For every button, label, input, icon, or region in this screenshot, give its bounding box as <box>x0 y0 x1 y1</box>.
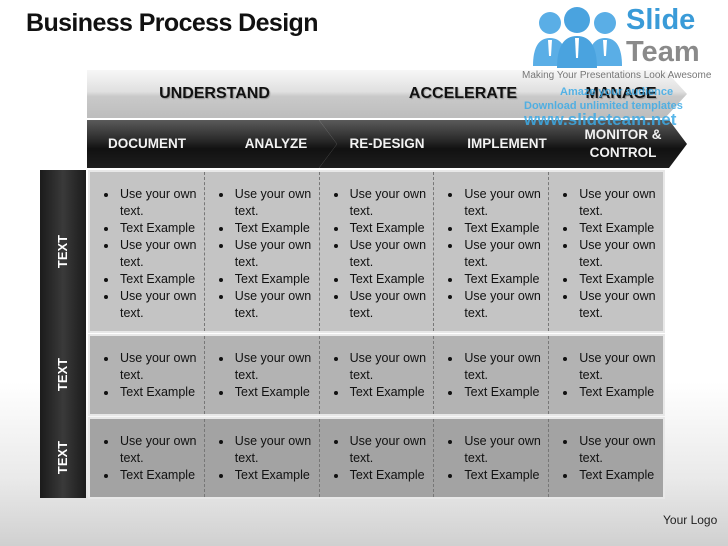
grid-cell: Use your own text.Text Example <box>90 419 205 497</box>
step-document: DOCUMENT <box>87 120 221 168</box>
bullet-item: Use your own text. <box>233 288 315 322</box>
bullet-item: Use your own text. <box>462 350 544 384</box>
grid-cell: Use your own text.Text Example <box>434 419 550 497</box>
bullet-item: Text Example <box>348 271 430 288</box>
bullet-item: Text Example <box>118 467 200 484</box>
bullet-item: Text Example <box>577 384 659 401</box>
grid-cell: Use your own text.Text ExampleUse your o… <box>90 172 205 331</box>
bullet-item: Text Example <box>462 467 544 484</box>
bullet-list: Use your own text.Text ExampleUse your o… <box>96 186 200 322</box>
bullet-item: Use your own text. <box>348 350 430 384</box>
bullet-item: Use your own text. <box>577 350 659 384</box>
bullet-list: Use your own text.Text Example <box>96 433 200 484</box>
bullet-item: Text Example <box>577 220 659 237</box>
bullet-item: Text Example <box>118 220 200 237</box>
bullet-item: Use your own text. <box>233 433 315 467</box>
bullet-item: Use your own text. <box>118 288 200 322</box>
bullet-list: Use your own text.Text Example <box>96 350 200 401</box>
bullet-list: Use your own text.Text Example <box>211 350 315 401</box>
bullet-list: Use your own text.Text ExampleUse your o… <box>555 186 659 322</box>
grid-cell: Use your own text.Text Example <box>320 336 435 414</box>
bullet-list: Use your own text.Text ExampleUse your o… <box>440 186 544 322</box>
bullet-item: Text Example <box>233 467 315 484</box>
bullet-list: Use your own text.Text Example <box>326 433 430 484</box>
bullet-item: Text Example <box>233 271 315 288</box>
bullet-item: Use your own text. <box>577 433 659 467</box>
bullet-item: Use your own text. <box>577 186 659 220</box>
bullet-item: Use your own text. <box>118 433 200 467</box>
row-label-2-text: TEXT <box>55 357 71 392</box>
page-title: Business Process Design <box>26 9 318 37</box>
bullet-item: Use your own text. <box>462 186 544 220</box>
bullet-item: Text Example <box>462 384 544 401</box>
step-analyze: ANALYZE <box>201 120 337 168</box>
bullet-item: Use your own text. <box>118 237 200 271</box>
bullet-item: Use your own text. <box>462 433 544 467</box>
grid-cell: Use your own text.Text Example <box>205 419 320 497</box>
row-label-3: TEXT <box>40 416 86 498</box>
logo-tagline: Making Your Presentations Look Awesome <box>522 70 712 81</box>
bullet-item: Use your own text. <box>348 237 430 271</box>
bullet-item: Use your own text. <box>118 350 200 384</box>
bullet-item: Text Example <box>577 271 659 288</box>
bullet-item: Use your own text. <box>233 186 315 220</box>
bullet-item: Text Example <box>577 467 659 484</box>
your-logo-placeholder: Your Logo <box>663 513 718 527</box>
grid-cell: Use your own text.Text Example <box>549 336 663 414</box>
grid-cell: Use your own text.Text ExampleUse your o… <box>434 172 550 331</box>
bullet-list: Use your own text.Text Example <box>555 433 659 484</box>
bullet-item: Use your own text. <box>577 237 659 271</box>
bullet-item: Use your own text. <box>462 237 544 271</box>
row-label-1: TEXT <box>40 170 86 333</box>
bullet-item: Use your own text. <box>233 237 315 271</box>
bullet-item: Text Example <box>462 220 544 237</box>
phase-understand: UNDERSTAND <box>87 70 342 118</box>
bullet-item: Text Example <box>348 467 430 484</box>
grid-cell: Use your own text.Text Example <box>320 419 435 497</box>
row-label-1-text: TEXT <box>55 234 71 269</box>
bullet-list: Use your own text.Text Example <box>211 433 315 484</box>
logo-name-line1: Slide <box>626 4 696 36</box>
grid-cell: Use your own text.Text ExampleUse your o… <box>320 172 435 331</box>
logo-name-line2: Team <box>626 36 700 68</box>
bullet-item: Use your own text. <box>348 288 430 322</box>
grid-cell: Use your own text.Text Example <box>205 336 320 414</box>
bullet-list: Use your own text.Text Example <box>326 350 430 401</box>
grid-cell: Use your own text.Text Example <box>434 336 550 414</box>
grid-row-2: Use your own text.Text ExampleUse your o… <box>88 334 665 416</box>
bullet-list: Use your own text.Text Example <box>440 350 544 401</box>
bullet-list: Use your own text.Text Example <box>440 433 544 484</box>
bullet-item: Use your own text. <box>348 433 430 467</box>
bullet-item: Text Example <box>118 271 200 288</box>
bullet-item: Text Example <box>348 220 430 237</box>
row-label-3-text: TEXT <box>55 440 71 474</box>
bullet-item: Text Example <box>233 384 315 401</box>
grid-cell: Use your own text.Text ExampleUse your o… <box>549 172 663 331</box>
bullet-item: Text Example <box>233 220 315 237</box>
bullet-item: Use your own text. <box>577 288 659 322</box>
bullet-list: Use your own text.Text ExampleUse your o… <box>211 186 315 322</box>
bullet-item: Use your own text. <box>462 288 544 322</box>
watermark-line3: www.slideteam.net <box>524 110 677 129</box>
grid-cell: Use your own text.Text Example <box>90 336 205 414</box>
grid-row-1: Use your own text.Text ExampleUse your o… <box>88 170 665 333</box>
bullet-item: Text Example <box>462 271 544 288</box>
bullet-item: Text Example <box>348 384 430 401</box>
bullet-list: Use your own text.Text Example <box>555 350 659 401</box>
bullet-list: Use your own text.Text ExampleUse your o… <box>326 186 430 322</box>
grid-cell: Use your own text.Text ExampleUse your o… <box>205 172 320 331</box>
bullet-item: Text Example <box>118 384 200 401</box>
grid-cell: Use your own text.Text Example <box>549 419 663 497</box>
slideteam-logo: Slide Team Making Your Presentations Loo… <box>522 4 725 84</box>
people-icon <box>533 7 622 68</box>
bullet-item: Use your own text. <box>233 350 315 384</box>
bullet-item: Use your own text. <box>348 186 430 220</box>
row-label-2: TEXT <box>40 333 86 416</box>
bullet-item: Use your own text. <box>118 186 200 220</box>
grid-row-3: Use your own text.Text ExampleUse your o… <box>88 417 665 499</box>
watermark-line1: Amaze your audience <box>560 86 674 98</box>
step-redesign: RE-DESIGN <box>319 120 455 168</box>
